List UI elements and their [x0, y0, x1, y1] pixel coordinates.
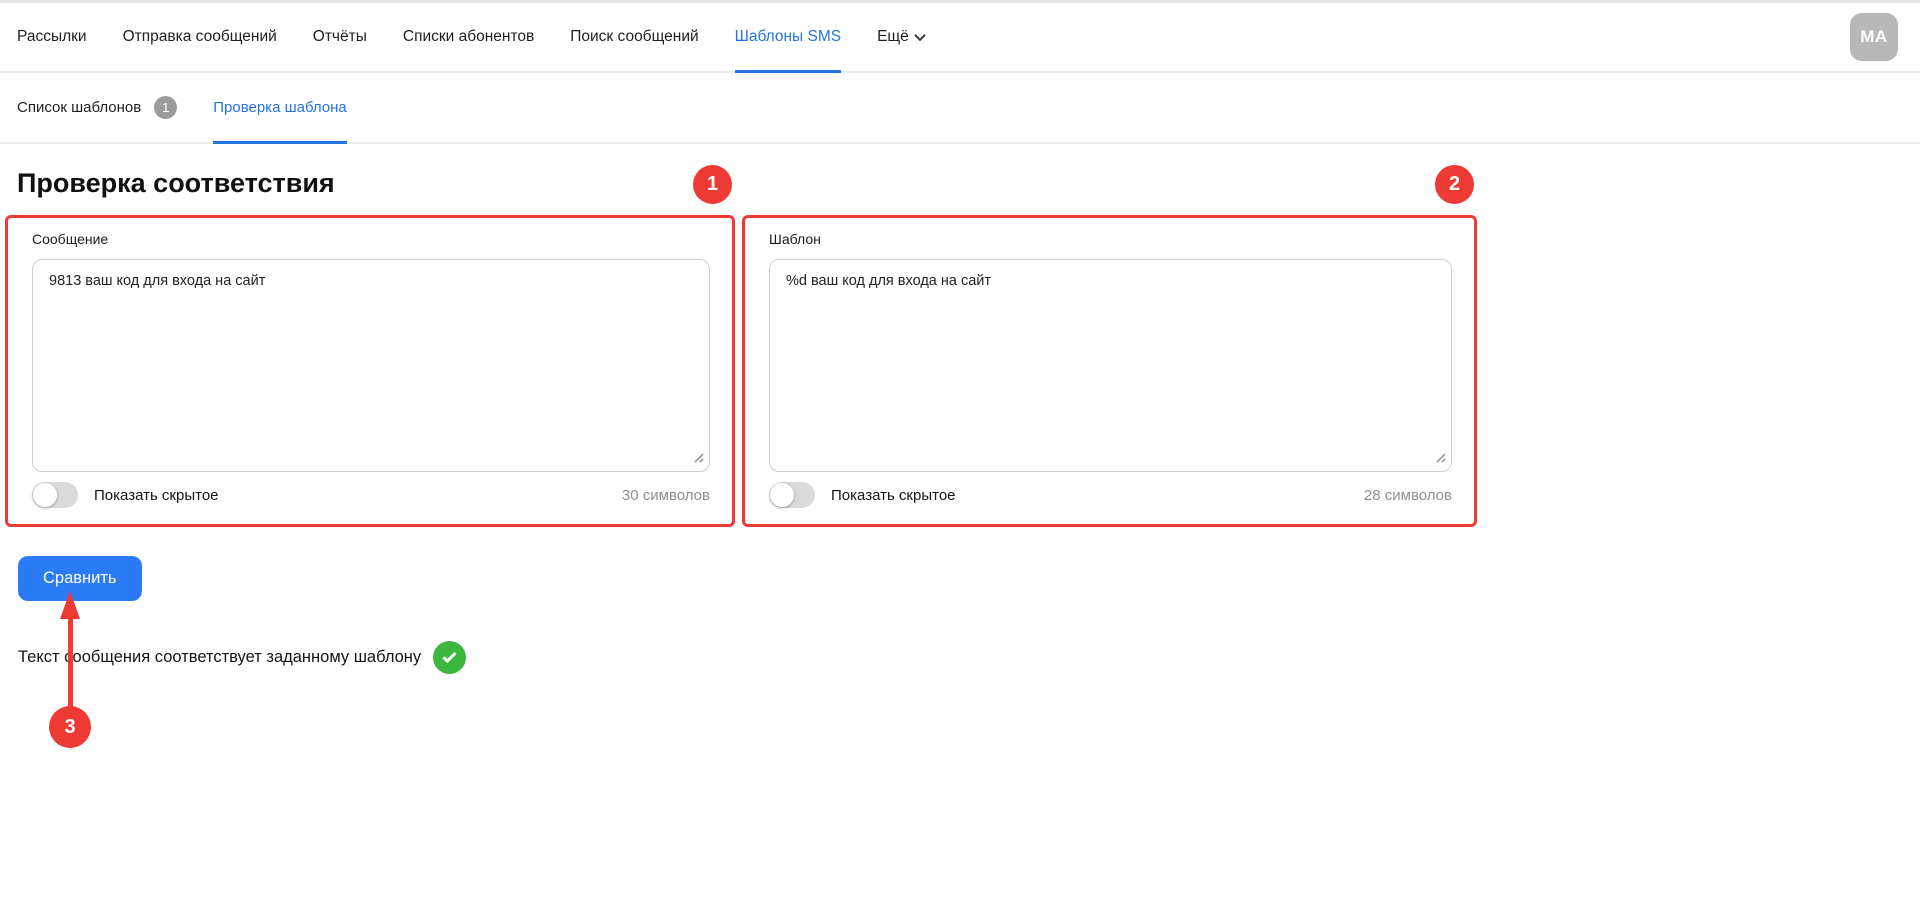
avatar[interactable]: МА — [1850, 13, 1898, 61]
toggle-knob — [33, 483, 57, 507]
check-icon — [433, 641, 466, 674]
show-hidden-label: Показать скрытое — [831, 487, 956, 504]
nav-item-poisk[interactable]: Поиск сообщений — [570, 3, 698, 71]
tab-template-list-label: Список шаблонов — [17, 99, 141, 116]
page-title: Проверка соответствия — [17, 168, 1920, 199]
template-label: Шаблон — [769, 231, 1452, 247]
nav-item-rassylki[interactable]: Рассылки — [17, 3, 87, 71]
toggle-knob — [770, 483, 794, 507]
template-count-badge: 1 — [154, 96, 177, 119]
message-label: Сообщение — [32, 231, 710, 247]
resize-handle-icon[interactable] — [692, 451, 704, 463]
nav-item-spiski[interactable]: Списки абонентов — [403, 3, 534, 71]
show-hidden-toggle[interactable] — [32, 482, 78, 508]
result-text: Текст сообщения соответствует заданному … — [18, 648, 421, 667]
nav-more-label: Ещё — [877, 28, 909, 46]
template-panel: Шаблон %d ваш код для входа на сайт Пока… — [742, 215, 1477, 527]
template-subnav: Список шаблонов 1 Проверка шаблона — [0, 73, 1920, 144]
char-count: 30 символов — [622, 487, 710, 504]
chevron-down-icon — [914, 30, 925, 41]
show-hidden-toggle[interactable] — [769, 482, 815, 508]
tab-template-check-label: Проверка шаблона — [213, 99, 347, 116]
nav-item-otpravka[interactable]: Отправка сообщений — [123, 3, 277, 71]
message-panel: Сообщение 9813 ваш код для входа на сайт… — [5, 215, 735, 527]
char-count: 28 символов — [1364, 487, 1452, 504]
main-nav: Рассылки Отправка сообщений Отчёты Списк… — [17, 3, 924, 71]
template-textarea[interactable]: %d ваш код для входа на сайт — [769, 259, 1452, 472]
tab-template-check[interactable]: Проверка шаблона — [213, 73, 347, 142]
nav-item-shablony-sms[interactable]: Шаблоны SMS — [735, 3, 841, 71]
nav-item-more[interactable]: Ещё — [877, 3, 924, 71]
compare-button[interactable]: Сравнить — [18, 556, 142, 601]
annotation-badge-3: 3 — [49, 706, 91, 748]
result-row: Текст сообщения соответствует заданному … — [18, 641, 1920, 674]
nav-item-otchety[interactable]: Отчёты — [313, 3, 367, 71]
resize-handle-icon[interactable] — [1434, 451, 1446, 463]
compare-panels: Сообщение 9813 ваш код для входа на сайт… — [5, 215, 1920, 527]
message-textarea[interactable]: 9813 ваш код для входа на сайт — [32, 259, 710, 472]
tab-template-list[interactable]: Список шаблонов 1 — [17, 73, 177, 142]
show-hidden-label: Показать скрытое — [94, 487, 219, 504]
top-header: Рассылки Отправка сообщений Отчёты Списк… — [0, 3, 1920, 73]
